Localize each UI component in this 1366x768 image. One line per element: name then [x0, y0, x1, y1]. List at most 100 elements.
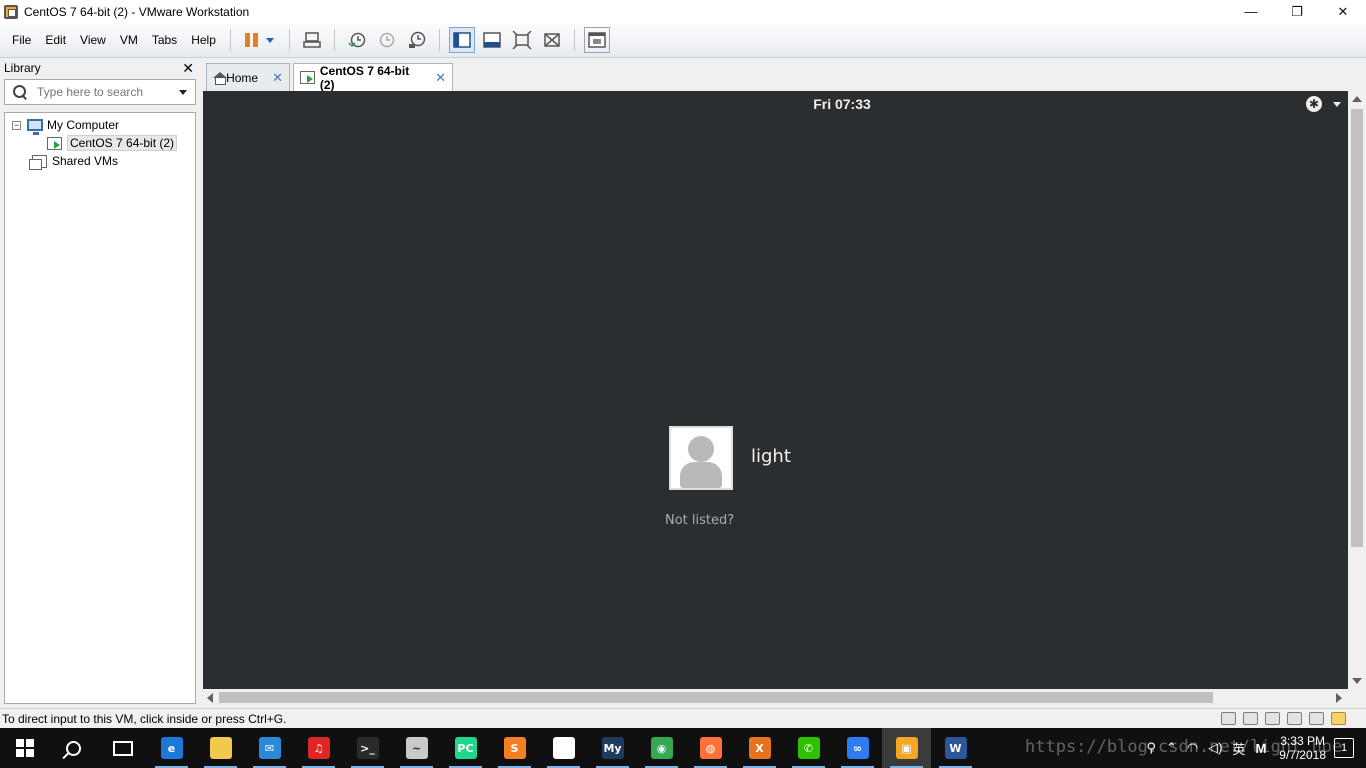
- menu-bar: File Edit View VM Tabs Help: [0, 23, 1366, 58]
- status-bar: To direct input to this VM, click inside…: [0, 708, 1366, 728]
- tree-item-centos-vm[interactable]: CentOS 7 64-bit (2): [47, 134, 178, 152]
- maximize-button[interactable]: ❐: [1274, 0, 1320, 23]
- taskbar-search-button[interactable]: [49, 728, 98, 768]
- user-avatar-body: [680, 462, 722, 488]
- tab-centos-close-button[interactable]: ✕: [435, 70, 446, 86]
- snapshot-revert-icon: [379, 32, 395, 48]
- action-center-button[interactable]: 1: [1334, 738, 1354, 758]
- scroll-left-arrow-icon[interactable]: [207, 693, 213, 703]
- library-close-button[interactable]: ✕: [182, 60, 194, 77]
- vm-console[interactable]: Fri 07:33 ✱ light Not listed?: [203, 91, 1348, 689]
- take-snapshot-button[interactable]: [344, 27, 370, 53]
- menu-help[interactable]: Help: [184, 23, 223, 58]
- file-explorer-icon: [209, 737, 232, 759]
- chevron-down-icon[interactable]: [179, 89, 187, 95]
- toolbar-separator: [229, 29, 231, 51]
- full-screen-icon: [512, 30, 532, 50]
- collapse-icon[interactable]: −: [12, 120, 21, 130]
- computer-icon: [27, 119, 43, 135]
- vmware-app-icon: [4, 4, 18, 19]
- vm-running-icon: [47, 136, 62, 150]
- not-listed-link[interactable]: Not listed?: [665, 513, 734, 528]
- library-search-input[interactable]: [37, 85, 175, 99]
- pause-button[interactable]: [240, 27, 280, 53]
- toolbar-separator: [288, 29, 290, 51]
- ime-mode-icon[interactable]: M: [1255, 741, 1266, 756]
- login-username[interactable]: light: [751, 446, 791, 467]
- tab-centos-vm[interactable]: CentOS 7 64-bit (2) ✕: [293, 63, 453, 92]
- mail-icon: ✉: [258, 737, 281, 759]
- menu-vm[interactable]: VM: [113, 23, 145, 58]
- tab-home[interactable]: Home ✕: [206, 63, 290, 91]
- vertical-scrollbar[interactable]: [1348, 91, 1366, 689]
- menu-file[interactable]: File: [5, 23, 38, 58]
- taskbar-app-file-explorer[interactable]: [196, 728, 245, 768]
- taskbar-app-netease-music[interactable]: ♫: [294, 728, 343, 768]
- hard-disk-icon[interactable]: [1221, 712, 1236, 725]
- system-tray: ⚲ ⌃ ◠ ◁) 英 M 3:33 PM 9/7/2018 1: [1141, 728, 1366, 768]
- taskbar-app-chrome[interactable]: ◉: [637, 728, 686, 768]
- tree-item-my-computer[interactable]: − My Computer: [12, 116, 119, 135]
- user-avatar[interactable]: [669, 426, 733, 490]
- vertical-scroll-thumb[interactable]: [1351, 109, 1363, 547]
- menu-tabs[interactable]: Tabs: [145, 23, 184, 58]
- gnome-clock[interactable]: Fri 07:33: [203, 96, 1366, 112]
- close-button[interactable]: ✕: [1320, 0, 1366, 23]
- scroll-down-arrow-icon[interactable]: [1352, 678, 1362, 684]
- tab-home-close-button[interactable]: ✕: [272, 70, 283, 86]
- full-screen-button[interactable]: [509, 27, 535, 53]
- taskbar-app-baidu-netdisk[interactable]: ∞: [833, 728, 882, 768]
- revert-snapshot-button[interactable]: [374, 27, 400, 53]
- volume-icon[interactable]: ◁): [1208, 740, 1222, 756]
- library-search-box[interactable]: [4, 79, 196, 105]
- printer-icon[interactable]: [1287, 712, 1302, 725]
- input-method-indicator[interactable]: 英: [1232, 739, 1245, 758]
- taskbar-app-mail[interactable]: ✉: [245, 728, 294, 768]
- task-view-button[interactable]: [98, 728, 147, 768]
- accessibility-icon[interactable]: ✱: [1306, 96, 1322, 112]
- taskbar-app-wechat[interactable]: ✆: [784, 728, 833, 768]
- send-ctrl-alt-del-button[interactable]: [299, 27, 325, 53]
- taskbar-app-command-prompt[interactable]: >_: [343, 728, 392, 768]
- taskbar-app-vmware[interactable]: ▣: [882, 728, 931, 768]
- taskbar-app-word[interactable]: W: [931, 728, 980, 768]
- scroll-right-arrow-icon[interactable]: [1336, 693, 1342, 703]
- device-status-icons: [1221, 712, 1346, 725]
- network-adapter-icon[interactable]: [1265, 712, 1280, 725]
- menu-edit[interactable]: Edit: [38, 23, 73, 58]
- show-library-button[interactable]: [448, 27, 475, 53]
- horizontal-scrollbar[interactable]: [203, 689, 1348, 706]
- unity-button[interactable]: [539, 27, 565, 53]
- cd-dvd-icon[interactable]: [1243, 712, 1258, 725]
- taskbar-app-sublime-text[interactable]: S: [490, 728, 539, 768]
- taskbar-app-edge[interactable]: e: [147, 728, 196, 768]
- message-log-icon[interactable]: [1331, 712, 1346, 725]
- people-icon[interactable]: ⚲: [1146, 740, 1156, 756]
- taskbar-app-firefox[interactable]: ◍: [686, 728, 735, 768]
- minimize-button[interactable]: —: [1228, 0, 1274, 23]
- scroll-up-arrow-icon[interactable]: [1352, 96, 1362, 102]
- tree-item-shared-vms[interactable]: Shared VMs: [29, 152, 118, 170]
- vmware-icon: ▣: [895, 737, 918, 759]
- show-hidden-icons-icon[interactable]: ⌃: [1166, 740, 1177, 756]
- chevron-down-icon: [266, 37, 275, 43]
- home-icon: [213, 72, 228, 85]
- thumbnail-bar-button[interactable]: [479, 27, 505, 53]
- start-button[interactable]: [0, 728, 49, 768]
- wifi-icon[interactable]: ◠: [1187, 740, 1198, 756]
- horizontal-scroll-thumb[interactable]: [219, 692, 1213, 703]
- taskbar-app-pycharm[interactable]: PC: [441, 728, 490, 768]
- display-icon[interactable]: [1309, 712, 1324, 725]
- system-menu-arrow-icon[interactable]: [1333, 102, 1341, 107]
- pycharm-icon: PC: [454, 737, 477, 759]
- windows-taskbar: e ✉ ♫ >_ ~ PC S My ◉ ◍ X ✆ ∞ ▣ W ⚲ ⌃ ◠ ◁) 英 M 3:33 PM …: [0, 728, 1366, 768]
- console-view-button[interactable]: [583, 27, 610, 53]
- taskbar-app-xshell[interactable]: X: [735, 728, 784, 768]
- snapshot-manager-button[interactable]: [404, 27, 430, 53]
- taskbar-app-mysql[interactable]: My: [588, 728, 637, 768]
- menu-view[interactable]: View: [73, 23, 113, 58]
- taskbar-app-wireshark[interactable]: ~: [392, 728, 441, 768]
- taskbar-clock[interactable]: 3:33 PM 9/7/2018: [1279, 734, 1326, 762]
- wechat-icon: ✆: [797, 737, 820, 759]
- taskbar-app-sticky-notes[interactable]: [539, 728, 588, 768]
